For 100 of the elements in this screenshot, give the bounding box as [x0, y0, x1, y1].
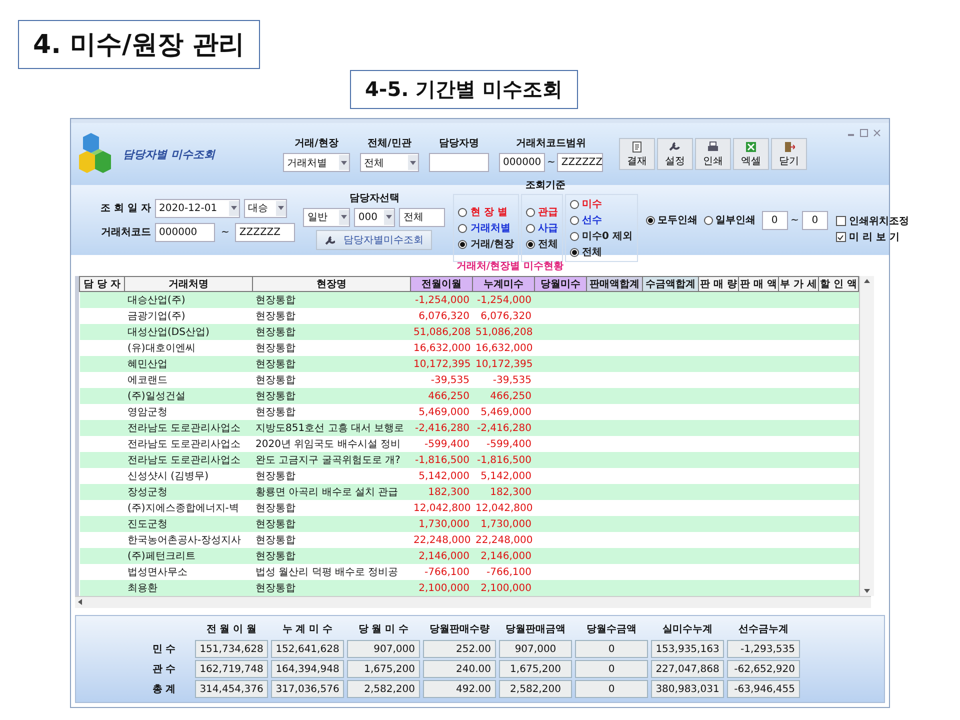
table-cell: 대성산업(DS산업)	[124, 324, 252, 340]
code-field[interactable]: 000000	[155, 222, 215, 242]
table-cell: 2,146,000	[410, 548, 472, 564]
table-cell: 현장통합	[252, 516, 410, 532]
table-cell: 1,730,000	[472, 516, 534, 532]
column-header[interactable]: 수금액합계	[642, 276, 698, 292]
name-field[interactable]: 전체	[399, 208, 446, 226]
table-cell: 16,632,000	[410, 340, 472, 356]
toolbar-button[interactable]: 엑셀	[733, 138, 769, 170]
table-cell: 466,250	[472, 388, 534, 404]
radio-option[interactable]: 미수0 제외	[570, 229, 632, 243]
column-header[interactable]: 현장명	[252, 276, 410, 292]
table-cell: 51,086,208	[410, 324, 472, 340]
table-cell: 전라남도 도로관리사업소	[124, 452, 252, 468]
table-cell: 혜민산업	[124, 356, 252, 372]
field-label: 담당자선택	[349, 192, 400, 204]
table-cell: 5,142,000	[410, 468, 472, 484]
summary-value: 152,641,628	[271, 640, 344, 658]
table-cell: 현장통합	[252, 468, 410, 484]
radio-option[interactable]: 전체	[526, 237, 558, 251]
dropdown[interactable]: 일반	[303, 208, 350, 226]
table-cell: 10,172,395	[410, 356, 472, 372]
field-label: 거래/현장	[294, 137, 340, 150]
summary-value: 164,394,948	[271, 660, 344, 678]
summary-value: -1,293,535	[727, 640, 800, 658]
table-cell: 전라남도 도로관리사업소	[124, 436, 252, 452]
column-header[interactable]: 전월이월	[410, 276, 472, 292]
column-header[interactable]: 거래처명	[124, 276, 252, 292]
code-field[interactable]: ZZZZZZ	[557, 153, 604, 172]
column-header[interactable]: 담 당 자	[80, 276, 124, 292]
radio-option[interactable]: 모두인쇄	[646, 213, 698, 227]
dropdown[interactable]: 대승	[244, 198, 287, 218]
table-cell: 대승산업(주)	[124, 292, 252, 308]
toolbar-button[interactable]: 닫기	[771, 138, 807, 170]
code-field[interactable]: 000000	[499, 153, 545, 172]
summary-header: 전 월 이 월	[205, 623, 258, 637]
radio-option[interactable]: 거래처별	[458, 221, 514, 235]
table-cell: 182,300	[472, 484, 534, 500]
radio-option[interactable]: 관급	[526, 205, 558, 219]
range-separator: ~	[790, 214, 800, 226]
summary-value: 0	[575, 660, 648, 678]
table-cell: 51,086,208	[472, 324, 534, 340]
table-cell: 5,142,000	[472, 468, 534, 484]
table-cell: 현장통합	[252, 532, 410, 548]
summary-value: 907,000	[347, 640, 420, 658]
radio-option[interactable]: 현 장 별	[458, 205, 514, 219]
table-cell: 16,632,000	[472, 340, 534, 356]
number-field[interactable]: 0	[762, 210, 788, 230]
checkbox[interactable]: 미 리 보 기	[836, 230, 909, 244]
radio-option[interactable]: 사급	[526, 221, 558, 235]
summary-header: 당월판매금액	[504, 623, 566, 637]
slide-title: 4. 미수/원장 관리	[18, 20, 260, 69]
summary-value: 0	[575, 640, 648, 658]
field-label: 조 회 일 자	[100, 202, 151, 215]
dropdown[interactable]: 전체	[360, 153, 419, 172]
search-button[interactable]: 담당자별미수조회	[316, 230, 432, 250]
radio-option[interactable]: 미수	[570, 197, 632, 211]
summary-header: 당 월 미 수	[357, 623, 410, 637]
table-cell: -1,816,500	[410, 452, 472, 468]
checkbox[interactable]: 인쇄위치조정	[836, 214, 909, 228]
summary-value: 252.00	[423, 640, 496, 658]
table-cell: -1,254,000	[472, 292, 534, 308]
table-cell: 12,042,800	[472, 500, 534, 516]
column-header[interactable]: 할 인 액	[818, 276, 858, 292]
column-header[interactable]: 판매액합계	[586, 276, 642, 292]
summary-header: 선수금누계	[738, 623, 790, 637]
summary-value: -62,652,920	[727, 660, 800, 678]
column-header[interactable]: 누계미수	[472, 276, 534, 292]
summary-header: 실미수누계	[662, 623, 714, 637]
summary-value: 240.00	[423, 660, 496, 678]
dropdown[interactable]: 거래처별	[283, 153, 350, 172]
column-header[interactable]: 부 가 세	[778, 276, 818, 292]
column-header[interactable]: 판 매 량	[698, 276, 738, 292]
table-cell: 최용환	[124, 580, 252, 596]
table-cell: -2,416,280	[472, 420, 534, 436]
table-cell: -2,416,280	[410, 420, 472, 436]
table-cell: 2,100,000	[410, 580, 472, 596]
table-cell: 2,100,000	[472, 580, 534, 596]
toolbar-button[interactable]: 인쇄	[695, 138, 731, 170]
table-cell: 한국농어촌공사-장성지사	[124, 532, 252, 548]
radio-option[interactable]: 일부인쇄	[704, 213, 756, 227]
range-separator: ~	[220, 226, 230, 238]
table-cell: -766,100	[410, 564, 472, 580]
summary-value: 0	[575, 680, 648, 698]
radio-option[interactable]: 선수	[570, 213, 632, 227]
toolbar-button[interactable]: 결재	[619, 138, 655, 170]
column-header[interactable]: 판 매 액	[738, 276, 778, 292]
dropdown[interactable]: 000	[354, 208, 396, 226]
radio-option[interactable]: 전체	[570, 245, 632, 259]
table-cell: 법성면사무소	[124, 564, 252, 580]
summary-value: 314,454,376	[195, 680, 268, 698]
radio-option[interactable]: 거래/현장	[458, 237, 514, 251]
table-cell: 현장통합	[252, 388, 410, 404]
number-field[interactable]: 0	[802, 210, 828, 230]
column-header[interactable]: 당월미수	[534, 276, 586, 292]
table-cell: 현장통합	[252, 404, 410, 420]
code-field[interactable]: ZZZZZZ	[235, 222, 296, 242]
date-picker[interactable]: 2020-12-01	[155, 198, 240, 218]
toolbar-button[interactable]: 설정	[657, 138, 693, 170]
summary-value: -63,946,455	[727, 680, 800, 698]
